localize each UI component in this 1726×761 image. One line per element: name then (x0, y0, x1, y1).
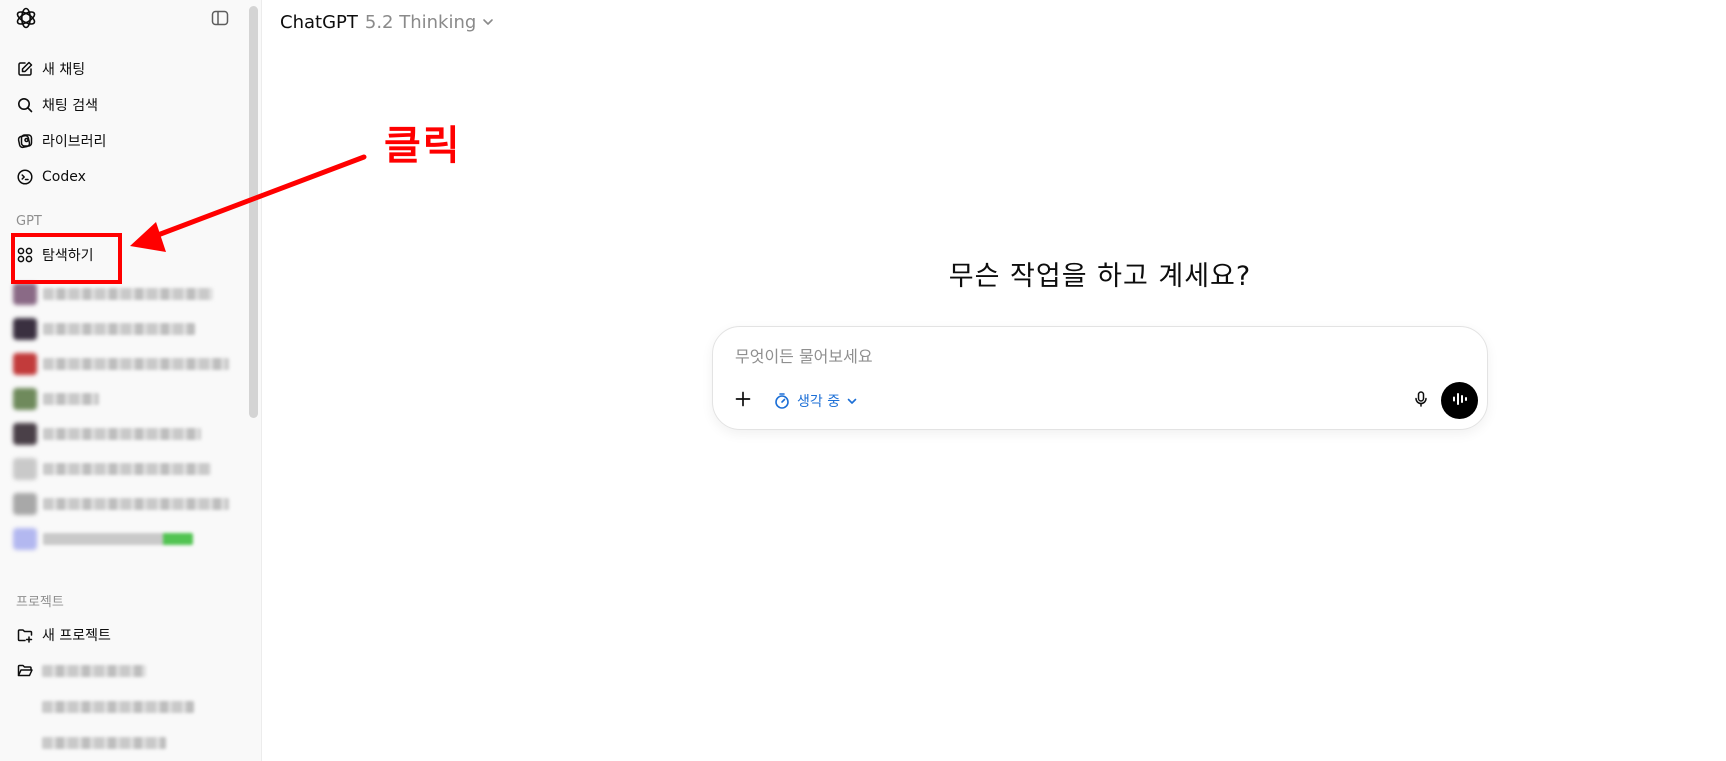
library-icon (16, 132, 34, 150)
timer-icon (773, 392, 791, 410)
microphone-icon (1412, 390, 1430, 412)
gpt-list-item[interactable] (10, 489, 242, 519)
gpt-name (43, 323, 195, 335)
gpt-list-item[interactable] (10, 279, 242, 309)
sidebar-scrollbar[interactable] (249, 6, 258, 418)
plus-icon (734, 390, 752, 412)
composer: 생각 중 (712, 326, 1488, 430)
project-chat-item[interactable] (10, 726, 242, 760)
prompt-input[interactable] (733, 341, 1453, 371)
thinking-mode-label: 생각 중 (797, 394, 841, 410)
gpt-name (43, 498, 229, 510)
gpt-name (43, 288, 213, 300)
gpt-list-item[interactable] (10, 454, 242, 484)
codex-label: Codex (42, 169, 86, 185)
search-icon (16, 96, 34, 114)
openai-logo-icon[interactable] (14, 6, 38, 30)
chevron-down-icon (481, 15, 495, 29)
project-chat-name (42, 701, 194, 713)
waveform-icon (1451, 390, 1469, 412)
gpt-list-item[interactable] (10, 384, 242, 414)
gpt-name (43, 463, 211, 475)
model-selector[interactable]: ChatGPT 5.2 Thinking (272, 6, 503, 38)
gpt-thumbnail (13, 528, 37, 550)
new-project-button[interactable]: 새 프로젝트 (10, 618, 242, 652)
folder-open-icon (16, 662, 34, 680)
project-item[interactable] (10, 654, 242, 688)
new-chat-label: 새 채팅 (42, 62, 86, 78)
search-chats-button[interactable]: 채팅 검색 (10, 88, 242, 122)
gpt-section-label: GPT (16, 214, 42, 229)
attach-button[interactable] (729, 387, 757, 415)
new-chat-button[interactable]: 새 채팅 (10, 52, 242, 86)
codex-button[interactable]: Codex (10, 160, 242, 194)
grid-icon (16, 246, 34, 264)
dictate-button[interactable] (1405, 385, 1437, 417)
edit-icon (16, 60, 34, 78)
gpt-thumbnail (13, 388, 37, 410)
explore-gpts-button[interactable]: 탐색하기 (10, 238, 242, 272)
gpt-name (43, 358, 229, 370)
page-headline: 무슨 작업을 하고 계세요? (948, 261, 1252, 292)
new-project-label: 새 프로젝트 (42, 628, 111, 644)
projects-section-label: 프로젝트 (16, 595, 64, 610)
library-button[interactable]: 라이브러리 (10, 124, 242, 158)
codex-icon (16, 168, 34, 186)
gpt-thumbnail (13, 458, 37, 480)
project-name (42, 665, 146, 677)
gpt-list-item[interactable] (10, 349, 242, 379)
project-chat-item[interactable] (10, 690, 242, 724)
model-name: ChatGPT (280, 11, 358, 33)
project-chat-name (42, 737, 166, 749)
gpt-list-item[interactable] (10, 419, 242, 449)
voice-mode-button[interactable] (1441, 382, 1478, 419)
model-version: 5.2 Thinking (364, 11, 477, 33)
library-label: 라이브러리 (42, 134, 107, 150)
search-chats-label: 채팅 검색 (42, 98, 98, 114)
gpt-list-item[interactable] (10, 524, 242, 554)
sidebar-toggle-icon[interactable] (210, 8, 230, 28)
gpt-thumbnail (13, 318, 37, 340)
explore-gpts-label: 탐색하기 (42, 248, 94, 264)
thinking-mode-button[interactable]: 생각 중 (765, 387, 866, 415)
gpt-thumbnail (13, 353, 37, 375)
sidebar: 새 채팅 채팅 검색 라이브러리 Codex GPT 탐색하기 프로젝트 새 프… (0, 0, 262, 761)
gpt-name (43, 393, 99, 405)
sidebar-header (0, 0, 246, 40)
gpt-list-item[interactable] (10, 314, 242, 344)
gpt-name (43, 533, 193, 545)
gpt-thumbnail (13, 423, 37, 445)
gpt-thumbnail (13, 493, 37, 515)
annotation-label: 클릭 (384, 123, 462, 169)
folder-plus-icon (16, 626, 34, 644)
gpt-name (43, 428, 201, 440)
gpt-thumbnail (13, 283, 37, 305)
chevron-down-icon (846, 395, 858, 407)
